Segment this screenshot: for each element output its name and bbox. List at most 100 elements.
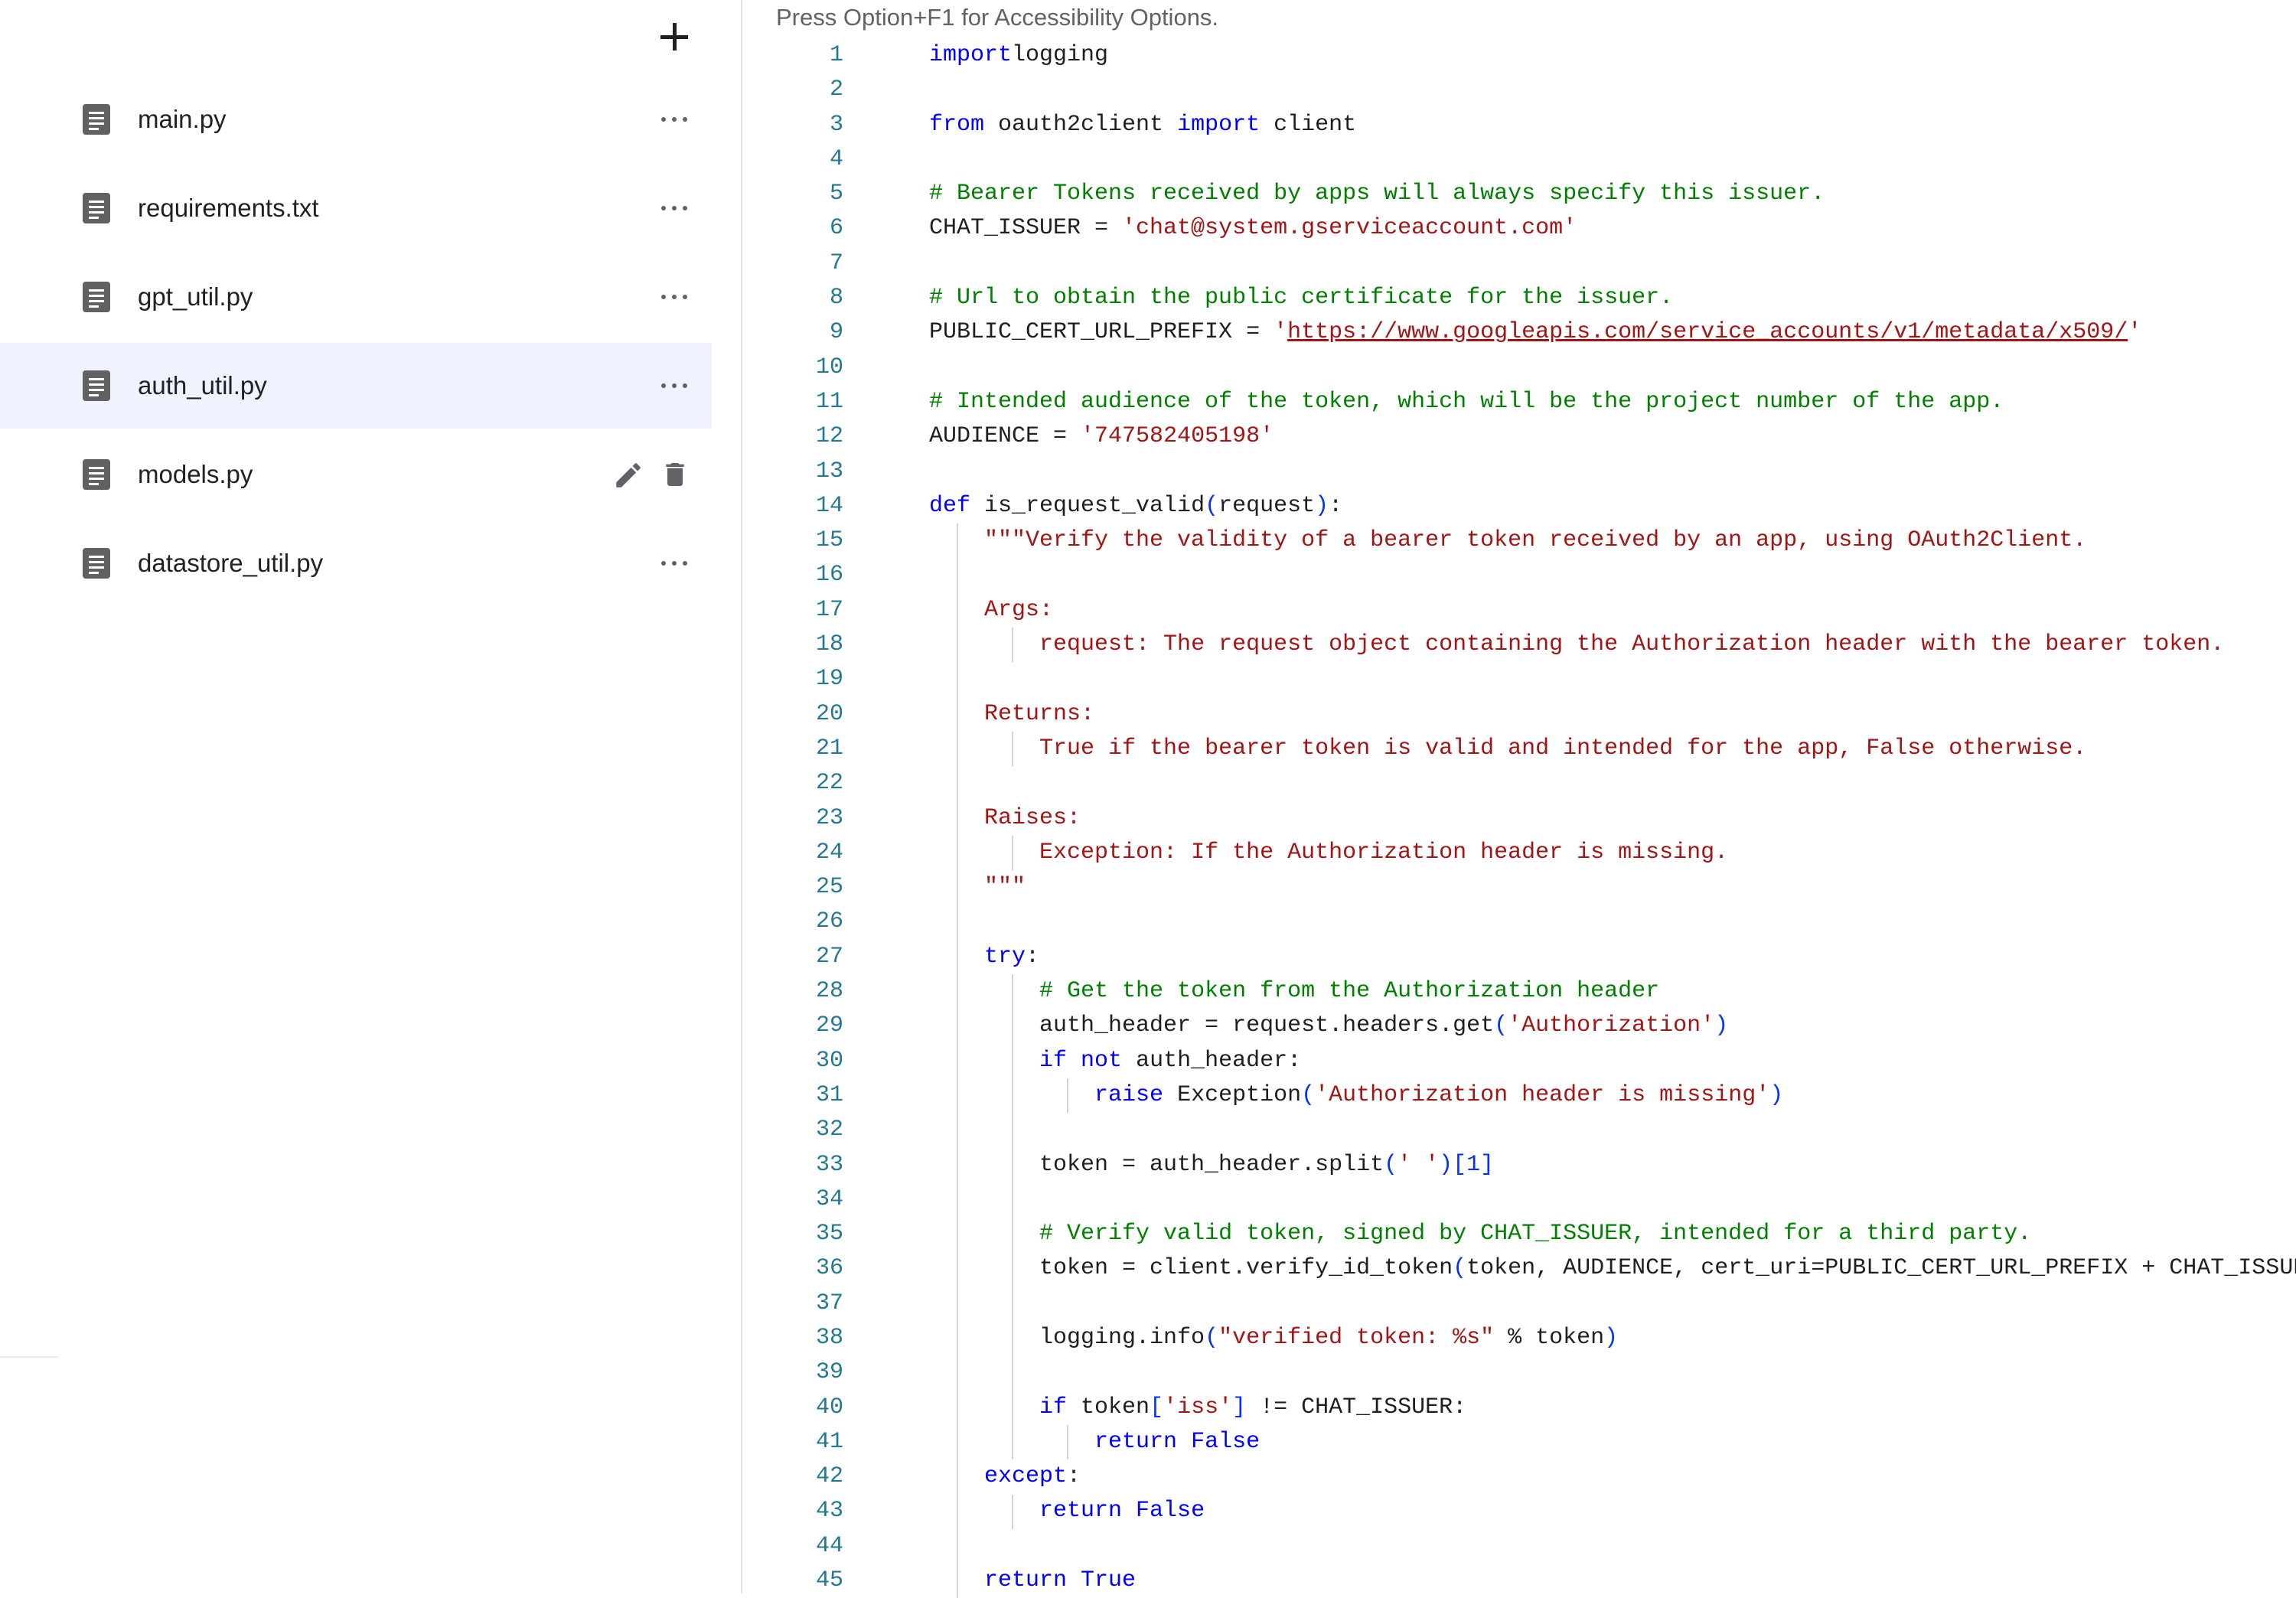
- code-token: client: [1260, 111, 1357, 138]
- code-line[interactable]: 14 def is_request_valid(request):: [744, 489, 2296, 523]
- code-line[interactable]: 30 if not auth_header:: [744, 1044, 2296, 1078]
- trash-icon[interactable]: [660, 458, 690, 491]
- code-token: AUDIENCE =: [929, 423, 1081, 450]
- code-line[interactable]: 10: [744, 351, 2296, 385]
- line-number: 15: [815, 527, 843, 554]
- code-token: (: [1205, 1324, 1219, 1351]
- code-line[interactable]: 32: [744, 1113, 2296, 1147]
- more-horiz-icon[interactable]: [661, 285, 687, 309]
- code-line[interactable]: 11 # Intended audience of the token, whic…: [744, 385, 2296, 419]
- document-icon: [83, 193, 110, 223]
- more-horiz-icon[interactable]: [661, 373, 687, 398]
- pencil-icon[interactable]: [612, 459, 644, 491]
- file-name: gpt_util.py: [138, 282, 253, 311]
- line-number: 18: [815, 631, 843, 658]
- code-token: Exception: If the Authorization header i…: [1039, 839, 1729, 866]
- line-content: # Verify valid token, signed by CHAT_ISS…: [929, 1217, 2031, 1251]
- line-number: 22: [815, 770, 843, 797]
- code-line[interactable]: 42 except:: [744, 1459, 2296, 1494]
- code-line[interactable]: 39: [744, 1355, 2296, 1390]
- line-content: PUBLIC_CERT_URL_PREFIX = 'https://www.go…: [929, 315, 2141, 350]
- add-file-button[interactable]: [651, 14, 697, 60]
- code-line[interactable]: 41 return False: [744, 1425, 2296, 1459]
- file-item[interactable]: datastore_util.py: [0, 520, 712, 606]
- line-number: 16: [815, 562, 843, 589]
- line-content: return True: [929, 1564, 1136, 1598]
- code-line[interactable]: 28 # Get the token from the Authorizatio…: [744, 974, 2296, 1009]
- divider: [0, 1356, 58, 1358]
- code-line[interactable]: 16: [744, 558, 2296, 592]
- code-token: Raises:: [984, 804, 1081, 831]
- code-line[interactable]: 27 try:: [744, 940, 2296, 974]
- file-item[interactable]: models.py: [0, 432, 712, 517]
- line-content: CHAT_ISSUER = 'chat@system.gserviceaccou…: [929, 211, 1577, 246]
- code-token: ): [1769, 1081, 1784, 1108]
- code-line[interactable]: 3 from oauth2client import client: [744, 108, 2296, 142]
- code-line[interactable]: 6 CHAT_ISSUER = 'chat@system.gserviceacco…: [744, 211, 2296, 246]
- code-line[interactable]: 31 raise Exception('Authorization header…: [744, 1078, 2296, 1113]
- code-line[interactable]: 24 Exception: If the Authorization heade…: [744, 836, 2296, 870]
- file-item[interactable]: gpt_util.py: [0, 254, 712, 340]
- code-token: return False: [1094, 1428, 1261, 1455]
- file-item[interactable]: auth_util.py: [0, 343, 712, 429]
- code-line[interactable]: 34: [744, 1182, 2296, 1217]
- code-token: raise: [1094, 1081, 1164, 1108]
- code-token: "verified token: %s": [1218, 1324, 1495, 1351]
- code-line[interactable]: 29 auth_header = request.headers.get('Au…: [744, 1009, 2296, 1043]
- code-line[interactable]: 45 return True: [744, 1564, 2296, 1598]
- file-item[interactable]: main.py: [0, 77, 712, 162]
- code-line[interactable]: 21 True if the bearer token is valid and…: [744, 732, 2296, 766]
- document-icon: [83, 459, 110, 490]
- code-line[interactable]: 4: [744, 142, 2296, 177]
- code-line[interactable]: 36 token = client.verify_id_token(token,…: [744, 1251, 2296, 1286]
- indent-guide: [1012, 1494, 1013, 1529]
- code-line[interactable]: 44: [744, 1529, 2296, 1564]
- code-line[interactable]: 2: [744, 73, 2296, 107]
- code-line[interactable]: 26: [744, 905, 2296, 939]
- code-line[interactable]: 19: [744, 662, 2296, 696]
- code-line[interactable]: 17 Args:: [744, 593, 2296, 628]
- code-line[interactable]: 5 # Bearer Tokens received by apps will a…: [744, 177, 2296, 211]
- code-lines[interactable]: 1 importlogging 2 3 from oauth2client import…: [744, 38, 2296, 1598]
- code-line[interactable]: 7: [744, 246, 2296, 281]
- line-content: return False: [929, 1494, 1205, 1528]
- document-icon: [83, 282, 110, 312]
- code-line[interactable]: 37: [744, 1287, 2296, 1321]
- line-number: 14: [815, 492, 843, 519]
- code-token: ' ': [1397, 1151, 1440, 1178]
- code-line[interactable]: 25 """: [744, 870, 2296, 905]
- code-line[interactable]: 33 token = auth_header.split(' ')[1]: [744, 1148, 2296, 1182]
- code-line[interactable]: 20 Returns:: [744, 697, 2296, 732]
- code-line[interactable]: 15 """Verify the validity of a bearer to…: [744, 523, 2296, 558]
- code-token: request: The request object containing t…: [1039, 631, 2225, 658]
- indent-guide: [1067, 1425, 1068, 1460]
- code-line[interactable]: 18 request: The request object containin…: [744, 628, 2296, 662]
- code-line[interactable]: 38 logging.info("verified token: %s" % t…: [744, 1321, 2296, 1355]
- code-line[interactable]: 12 AUDIENCE = '747582405198': [744, 419, 2296, 454]
- code-line[interactable]: 35 # Verify valid token, signed by CHAT_…: [744, 1217, 2296, 1251]
- accessibility-hint: Press Option+F1 for Accessibility Option…: [776, 4, 1219, 31]
- code-editor[interactable]: Press Option+F1 for Accessibility Option…: [744, 0, 2296, 1598]
- code-line[interactable]: 40 if token['iss'] != CHAT_ISSUER:: [744, 1391, 2296, 1425]
- code-token: ': [2128, 319, 2142, 346]
- code-line[interactable]: 23 Raises:: [744, 801, 2296, 836]
- code-line[interactable]: 43 return False: [744, 1494, 2296, 1528]
- pane-divider[interactable]: [741, 0, 742, 1593]
- line-number: 13: [815, 458, 843, 484]
- indent-guide: [1012, 732, 1013, 767]
- more-horiz-icon[interactable]: [661, 196, 687, 220]
- file-name: main.py: [138, 105, 227, 133]
- line-number: 43: [815, 1498, 843, 1525]
- more-horiz-icon[interactable]: [661, 551, 687, 576]
- code-line[interactable]: 1 importlogging: [744, 38, 2296, 73]
- file-item[interactable]: requirements.txt: [0, 165, 712, 251]
- code-line[interactable]: 13: [744, 455, 2296, 489]
- code-line[interactable]: 9 PUBLIC_CERT_URL_PREFIX = 'https://www.g…: [744, 315, 2296, 350]
- code-line[interactable]: 8 # Url to obtain the public certificate …: [744, 281, 2296, 315]
- code-line[interactable]: 22: [744, 766, 2296, 801]
- line-content: Returns:: [929, 697, 1094, 732]
- code-token: if not: [1039, 1047, 1123, 1074]
- more-horiz-icon[interactable]: [661, 107, 687, 132]
